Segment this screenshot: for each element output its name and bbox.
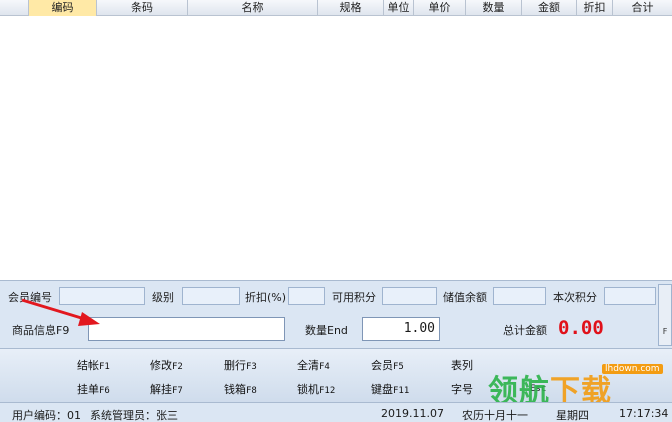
column-header-amount[interactable]: 金额 [522, 0, 577, 16]
side-panel-toggle[interactable]: F [658, 284, 672, 346]
current-points-field [604, 287, 656, 305]
hold-order-button[interactable]: 挂单F6 [77, 381, 110, 397]
member-button[interactable]: 会员F5 [371, 357, 404, 373]
product-info-input[interactable] [88, 317, 285, 341]
product-info-label: 商品信息F9 [12, 324, 70, 337]
quantity-label: 数量End [305, 324, 348, 337]
release-hold-button[interactable]: 解挂F7 [150, 381, 183, 397]
member-id-field [59, 287, 145, 305]
column-header-price[interactable]: 单价 [414, 0, 466, 16]
total-amount-value: 0.00 [558, 317, 604, 339]
status-bar: 用户编码：01 系统管理员：张三 2019.11.07 农历十月十一 星期四 1… [0, 402, 672, 422]
font-size-button[interactable]: 字号 [451, 381, 473, 397]
column-header-barcode[interactable]: 条码 [97, 0, 188, 16]
keyboard-button[interactable]: 键盘F11 [371, 381, 409, 397]
items-grid[interactable] [0, 16, 672, 280]
status-weekday: 星期四 [556, 409, 589, 422]
quantity-input[interactable]: 1.00 [362, 317, 440, 341]
total-amount-label: 总计金额 [503, 324, 547, 337]
cash-drawer-button[interactable]: 钱箱F8 [224, 381, 257, 397]
current-points-label: 本次积分 [553, 291, 597, 304]
lock-screen-button[interactable]: 锁机F12 [297, 381, 335, 397]
stored-balance-label: 储值余额 [443, 291, 487, 304]
member-discount-field [288, 287, 325, 305]
column-header-unit[interactable]: 单位 [384, 0, 414, 16]
member-panel: 会员编号 级别 折扣(%) 可用积分 储值余额 本次积分 商品信息F9 数量En… [0, 280, 672, 348]
member-level-label: 级别 [152, 291, 174, 304]
table-header: 编码 条码 名称 规格 单位 单价 数量 金额 折扣 合计 [0, 0, 672, 16]
watermark-url: lhdown.com [602, 364, 663, 374]
status-date: 2019.11.07 [381, 407, 444, 420]
stored-balance-field [493, 287, 546, 305]
checkout-button[interactable]: 结帐F1 [77, 357, 110, 373]
column-header-quantity[interactable]: 数量 [466, 0, 522, 16]
status-user-name: 系统管理员：张三 [90, 409, 178, 422]
column-header-spec[interactable]: 规格 [318, 0, 384, 16]
clear-all-button[interactable]: 全清F4 [297, 357, 330, 373]
member-level-field [182, 287, 240, 305]
column-header-code[interactable]: 编码 [29, 0, 97, 16]
modify-button[interactable]: 修改F2 [150, 357, 183, 373]
delete-row-button[interactable]: 删行F3 [224, 357, 257, 373]
column-list-button[interactable]: 表列 [451, 357, 473, 373]
side-panel-label: F [662, 327, 668, 336]
member-id-label: 会员编号 [8, 291, 52, 304]
status-user-code: 用户编码：01 [12, 409, 81, 422]
member-discount-label: 折扣(%) [245, 291, 287, 304]
column-header-discount[interactable]: 折扣 [577, 0, 613, 16]
column-header-name[interactable]: 名称 [188, 0, 318, 16]
status-time: 17:17:34 [619, 407, 669, 420]
available-points-label: 可用积分 [332, 291, 376, 304]
status-lunar-date: 农历十月十一 [462, 409, 528, 422]
available-points-field [382, 287, 437, 305]
column-header-total[interactable]: 合计 [613, 0, 672, 16]
column-header-index[interactable] [0, 0, 29, 16]
